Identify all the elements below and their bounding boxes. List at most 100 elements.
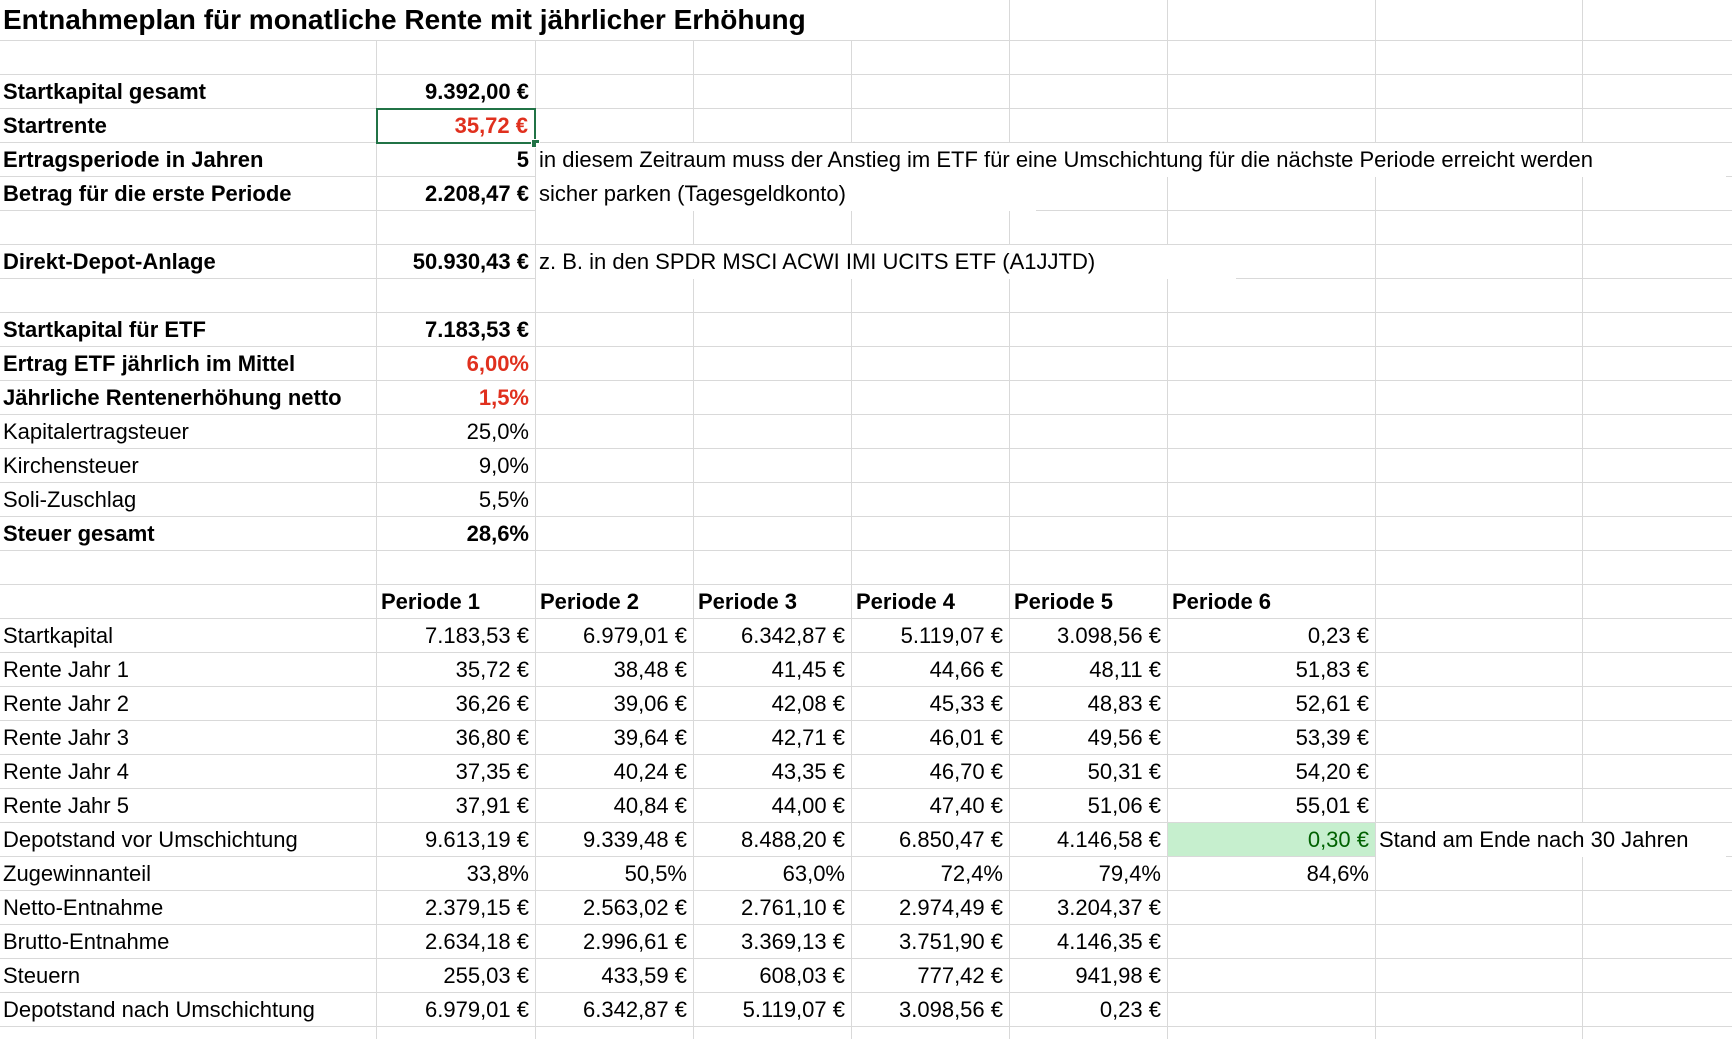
- table-cell[interactable]: 5.119,07 €: [851, 619, 1009, 653]
- param-value-startetf[interactable]: 7.183,53 €: [376, 313, 535, 347]
- table-cell[interactable]: 48,11 €: [1009, 653, 1167, 687]
- table-cell[interactable]: 941,98 €: [1009, 959, 1167, 993]
- table-cell[interactable]: 9.339,48 €: [535, 823, 693, 857]
- table-row-label[interactable]: Rente Jahr 4: [0, 755, 376, 789]
- table-cell[interactable]: 6.979,01 €: [376, 993, 535, 1027]
- table-cell[interactable]: 43,35 €: [693, 755, 851, 789]
- param-value-ertragsperiode[interactable]: 5: [376, 143, 535, 177]
- table-cell[interactable]: 5.119,07 €: [693, 993, 851, 1027]
- table-cell[interactable]: 49,56 €: [1009, 721, 1167, 755]
- table-cell[interactable]: 777,42 €: [851, 959, 1009, 993]
- table-cell[interactable]: 2.379,15 €: [376, 891, 535, 925]
- table-cell[interactable]: 8.488,20 €: [693, 823, 851, 857]
- param-label-ertragsperiode[interactable]: Ertragsperiode in Jahren: [0, 143, 376, 177]
- table-cell[interactable]: 84,6%: [1167, 857, 1375, 891]
- table-cell[interactable]: 6.979,01 €: [535, 619, 693, 653]
- param-value-direkt[interactable]: 50.930,43 €: [376, 245, 535, 279]
- table-cell[interactable]: 39,64 €: [535, 721, 693, 755]
- table-cell[interactable]: 42,71 €: [693, 721, 851, 755]
- table-cell[interactable]: 6.342,87 €: [693, 619, 851, 653]
- table-cell[interactable]: 37,35 €: [376, 755, 535, 789]
- table-cell[interactable]: 47,40 €: [851, 789, 1009, 823]
- param-label-kest[interactable]: Kapitalertragsteuer: [0, 415, 376, 449]
- table-row-label[interactable]: Depotstand vor Umschichtung: [0, 823, 376, 857]
- param-value-soli[interactable]: 5,5%: [376, 483, 535, 517]
- param-value-betrag[interactable]: 2.208,47 €: [376, 177, 535, 211]
- param-label-steuer[interactable]: Steuer gesamt: [0, 517, 376, 551]
- param-label-startrente[interactable]: Startrente: [0, 109, 376, 143]
- table-row-note[interactable]: Stand am Ende nach 30 Jahren: [1376, 823, 1726, 857]
- table-cell[interactable]: 4.146,35 €: [1009, 925, 1167, 959]
- table-cell[interactable]: 2.634,18 €: [376, 925, 535, 959]
- table-cell[interactable]: 51,06 €: [1009, 789, 1167, 823]
- param-label-soli[interactable]: Soli-Zuschlag: [0, 483, 376, 517]
- param-value-startrente[interactable]: 35,72 €: [376, 108, 536, 144]
- table-cell[interactable]: 2.761,10 €: [693, 891, 851, 925]
- table-header-periode-3[interactable]: Periode 3: [695, 585, 851, 619]
- table-cell[interactable]: 608,03 €: [693, 959, 851, 993]
- table-cell[interactable]: 48,83 €: [1009, 687, 1167, 721]
- table-cell[interactable]: 44,66 €: [851, 653, 1009, 687]
- table-cell[interactable]: 63,0%: [693, 857, 851, 891]
- param-value-erhoehung[interactable]: 1,5%: [376, 381, 535, 415]
- table-header-periode-2[interactable]: Periode 2: [537, 585, 693, 619]
- param-value-kirche[interactable]: 9,0%: [376, 449, 535, 483]
- table-cell[interactable]: 36,80 €: [376, 721, 535, 755]
- param-value-ertrag[interactable]: 6,00%: [376, 347, 535, 381]
- table-cell[interactable]: 9.613,19 €: [376, 823, 535, 857]
- table-row-label[interactable]: Rente Jahr 1: [0, 653, 376, 687]
- param-note-ertragsperiode[interactable]: in diesem Zeitraum muss der Anstieg im E…: [536, 143, 1726, 177]
- table-cell[interactable]: 45,33 €: [851, 687, 1009, 721]
- table-cell[interactable]: 51,83 €: [1167, 653, 1375, 687]
- table-cell[interactable]: 79,4%: [1009, 857, 1167, 891]
- param-label-kirche[interactable]: Kirchensteuer: [0, 449, 376, 483]
- table-cell[interactable]: 36,26 €: [376, 687, 535, 721]
- table-cell[interactable]: 37,91 €: [376, 789, 535, 823]
- table-header-periode-6[interactable]: Periode 6: [1169, 585, 1375, 619]
- param-label-startkapital[interactable]: Startkapital gesamt: [0, 75, 376, 109]
- table-header-periode-5[interactable]: Periode 5: [1011, 585, 1167, 619]
- table-cell[interactable]: 55,01 €: [1167, 789, 1375, 823]
- table-cell[interactable]: 50,5%: [535, 857, 693, 891]
- table-cell[interactable]: 2.974,49 €: [851, 891, 1009, 925]
- table-cell[interactable]: 35,72 €: [376, 653, 535, 687]
- sheet-title[interactable]: Entnahmeplan für monatliche Rente mit jä…: [0, 0, 900, 40]
- table-cell[interactable]: 7.183,53 €: [376, 619, 535, 653]
- table-cell[interactable]: 433,59 €: [535, 959, 693, 993]
- table-row-label[interactable]: Rente Jahr 5: [0, 789, 376, 823]
- table-cell[interactable]: 44,00 €: [693, 789, 851, 823]
- param-label-erhoehung[interactable]: Jährliche Rentenerhöhung netto: [0, 381, 376, 415]
- table-row-label[interactable]: Netto-Entnahme: [0, 891, 376, 925]
- param-label-betrag[interactable]: Betrag für die erste Periode: [0, 177, 376, 211]
- param-value-kest[interactable]: 25,0%: [376, 415, 535, 449]
- table-cell[interactable]: 42,08 €: [693, 687, 851, 721]
- table-row-label[interactable]: Steuern: [0, 959, 376, 993]
- table-cell[interactable]: 3.751,90 €: [851, 925, 1009, 959]
- param-value-steuer[interactable]: 28,6%: [376, 517, 535, 551]
- table-row-label[interactable]: Rente Jahr 2: [0, 687, 376, 721]
- table-cell[interactable]: 6.850,47 €: [851, 823, 1009, 857]
- table-header-periode-1[interactable]: Periode 1: [378, 585, 534, 619]
- table-cell[interactable]: 39,06 €: [535, 687, 693, 721]
- table-cell[interactable]: 255,03 €: [376, 959, 535, 993]
- table-cell[interactable]: 3.098,56 €: [851, 993, 1009, 1027]
- table-cell[interactable]: 50,31 €: [1009, 755, 1167, 789]
- table-header-periode-4[interactable]: Periode 4: [853, 585, 1009, 619]
- table-cell[interactable]: 2.563,02 €: [535, 891, 693, 925]
- table-cell[interactable]: 3.098,56 €: [1009, 619, 1167, 653]
- param-label-startetf[interactable]: Startkapital für ETF: [0, 313, 376, 347]
- table-cell[interactable]: 40,84 €: [535, 789, 693, 823]
- param-value-startkapital[interactable]: 9.392,00 €: [376, 75, 535, 109]
- table-cell[interactable]: 38,48 €: [535, 653, 693, 687]
- table-cell[interactable]: 6.342,87 €: [535, 993, 693, 1027]
- table-row-label[interactable]: Rente Jahr 3: [0, 721, 376, 755]
- table-row-label[interactable]: Startkapital: [0, 619, 376, 653]
- table-cell[interactable]: 0,23 €: [1009, 993, 1167, 1027]
- table-cell[interactable]: 3.204,37 €: [1009, 891, 1167, 925]
- table-cell[interactable]: 53,39 €: [1167, 721, 1375, 755]
- table-cell-highlight[interactable]: 0,30 €: [1168, 823, 1375, 856]
- table-cell[interactable]: 33,8%: [376, 857, 535, 891]
- table-cell[interactable]: 46,70 €: [851, 755, 1009, 789]
- table-cell[interactable]: 2.996,61 €: [535, 925, 693, 959]
- param-note-betrag[interactable]: sicher parken (Tagesgeldkonto): [536, 177, 1036, 211]
